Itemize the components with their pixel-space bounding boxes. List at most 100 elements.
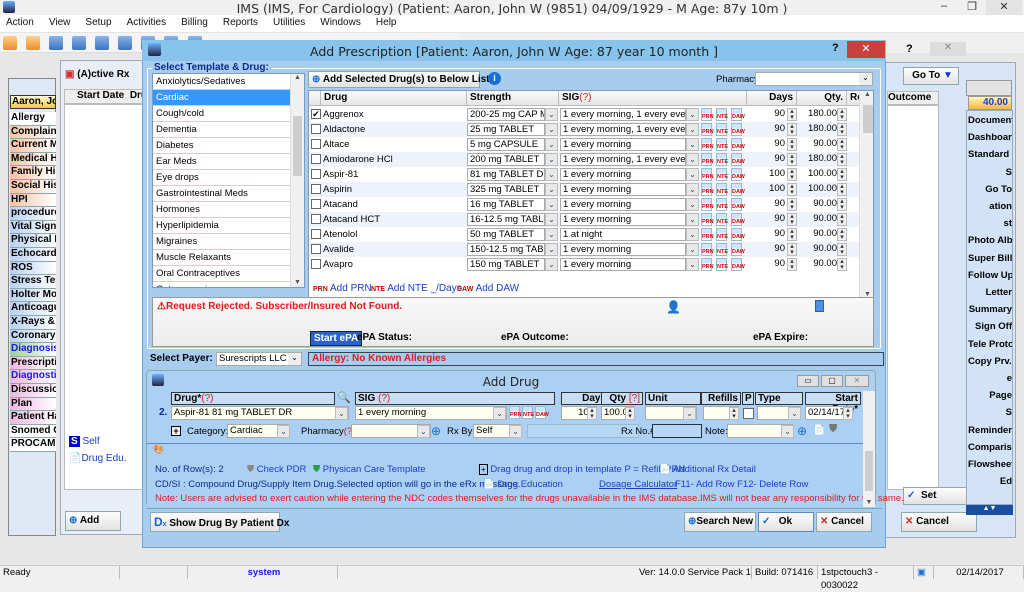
days-input[interactable]: 90 xyxy=(749,258,787,271)
daw-icon[interactable]: DAW xyxy=(731,123,745,136)
template-item[interactable]: Muscle Relaxants xyxy=(153,250,304,266)
qty-spinner[interactable]: ▴ ▾ xyxy=(837,138,847,151)
drug-row[interactable]: Avapro 150 mg TABLET ⌄ 1 every morning ⌄ PRN N… xyxy=(309,257,859,272)
chevron-down-icon[interactable]: ⌄ xyxy=(545,213,558,226)
qty-input[interactable]: 180.00 xyxy=(799,108,839,121)
ok-button[interactable]: ✓ Ok xyxy=(758,512,814,532)
drug-checkbox[interactable] xyxy=(311,244,321,254)
add-drug-scrollbar[interactable]: ▼ xyxy=(863,391,875,507)
prn-icon[interactable]: PRN xyxy=(701,183,714,196)
add-pharmacy-icon[interactable]: ⊕ xyxy=(431,424,441,438)
days-spinner[interactable]: ▴ ▾ xyxy=(787,258,797,271)
color-picker-icon[interactable]: 🎨 xyxy=(153,444,164,455)
template-item[interactable]: Diabetes xyxy=(153,138,304,154)
template-item[interactable]: Hormones xyxy=(153,202,304,218)
left-nav-item[interactable]: Diagnostic xyxy=(10,370,56,384)
days-input[interactable]: 90 xyxy=(749,123,787,136)
template-item[interactable]: Gastrointestinal Meds xyxy=(153,186,304,202)
help-button[interactable]: ? xyxy=(832,42,839,54)
qty-spinner[interactable]: ▴ ▾ xyxy=(837,153,847,166)
network-icon[interactable]: ▣ xyxy=(914,566,934,579)
template-item[interactable]: Oral Contraceptives xyxy=(153,266,304,282)
daw-icon[interactable]: DAW xyxy=(731,168,745,181)
right-menu-item[interactable]: S xyxy=(968,407,1012,418)
days-spinner[interactable]: ▴ ▾ xyxy=(787,243,797,256)
days-input[interactable]: 90 xyxy=(749,243,787,256)
start-epa-button[interactable]: Start ePA xyxy=(310,331,363,346)
care-template-link[interactable]: ⛊ Physican Care Template xyxy=(313,464,426,475)
pharmacy-select[interactable]: ⌄ xyxy=(755,72,873,86)
right-menu-item[interactable]: Summary xyxy=(968,304,1012,315)
right-menu-item[interactable]: e xyxy=(968,373,1012,384)
days-spinner[interactable]: ▴ ▾ xyxy=(787,123,797,136)
chevron-down-icon[interactable]: ⌄ xyxy=(686,168,699,181)
left-nav-item[interactable]: Social History xyxy=(10,180,56,194)
chevron-down-icon[interactable]: ⌄ xyxy=(686,213,699,226)
days-spinner[interactable]: ▴ ▾ xyxy=(787,138,797,151)
drug-row[interactable]: Atacand HCT16-12.5 mg TABLET⌄1 every mor… xyxy=(309,212,859,227)
rx-no-input[interactable] xyxy=(652,424,702,438)
left-nav-item[interactable]: procedure xyxy=(10,207,56,221)
left-nav-item[interactable]: Allergy xyxy=(10,112,56,126)
strength-select[interactable]: 325 mg TABLET xyxy=(467,183,545,196)
column-header-start-date[interactable]: Start Date Drug xyxy=(64,89,144,104)
refill-input[interactable] xyxy=(849,108,859,121)
drug-checkbox[interactable] xyxy=(311,139,321,149)
sig-select[interactable]: 1 every morning xyxy=(560,138,686,151)
right-menu-item[interactable]: Comparison xyxy=(968,442,1012,453)
chevron-down-icon[interactable]: ⌄ xyxy=(686,198,699,211)
drug-education-link[interactable]: 📄 Drug Education xyxy=(483,479,563,490)
close-button[interactable]: ✕ xyxy=(986,0,1022,15)
refills-spinner[interactable]: ▴ ▾ xyxy=(729,407,739,420)
chevron-down-icon[interactable]: ⌄ xyxy=(686,153,699,166)
add-prn-link[interactable]: PRN Add PRN xyxy=(313,283,372,294)
right-menu-item[interactable]: Super Bill xyxy=(968,253,1012,264)
right-menu-item[interactable]: Copy Prv. Visit xyxy=(968,356,1012,367)
qty-spinner[interactable]: ▴ ▾ xyxy=(837,168,847,181)
daw-icon[interactable]: DAW xyxy=(535,406,549,419)
drug-checkbox[interactable]: ✔ xyxy=(311,109,321,119)
qty-spinner[interactable]: ▴ ▾ xyxy=(837,183,847,196)
right-menu-item[interactable]: st xyxy=(968,218,1012,229)
prn-icon[interactable]: PRN xyxy=(701,258,714,271)
chevron-down-icon[interactable]: ⌄ xyxy=(686,108,699,121)
sig-select[interactable]: 1 every morning, 1 every evening xyxy=(560,108,686,121)
chevron-down-icon[interactable]: ⌄ xyxy=(686,183,699,196)
goto-button[interactable]: Go To ▼ xyxy=(903,67,959,85)
scroll-arrows[interactable]: ▲▼ xyxy=(966,505,1013,515)
left-nav-item[interactable]: Anticoagulation xyxy=(10,302,56,316)
refill-input[interactable] xyxy=(849,123,859,136)
days-spinner[interactable]: ▴ ▾ xyxy=(587,407,597,420)
left-nav-item[interactable]: Physical Exam xyxy=(10,234,56,248)
strength-select[interactable]: 200 mg TABLET xyxy=(467,153,545,166)
qty-input[interactable]: 100.00 xyxy=(799,168,839,181)
template-item[interactable]: Hyperlipidemia xyxy=(153,218,304,234)
set-button[interactable]: ✓ Set xyxy=(903,487,975,505)
grid-header-sig[interactable]: SIG(?) xyxy=(559,91,747,106)
nte-icon[interactable]: NTE xyxy=(716,168,728,181)
chevron-down-icon[interactable]: ⌄ xyxy=(545,123,558,136)
days-spinner[interactable]: ▴ ▾ xyxy=(787,168,797,181)
qty-input[interactable]: 90.00 xyxy=(799,213,839,226)
right-menu-item[interactable]: Tele Protocol xyxy=(968,339,1012,350)
qty-input[interactable]: 90.00 xyxy=(799,243,839,256)
refill-input[interactable] xyxy=(849,228,859,241)
drug-row[interactable]: Aspirin 325 mg TABLET ⌄ 1 every morning ⌄ PRN… xyxy=(309,182,859,197)
chevron-down-icon[interactable]: ⌄ xyxy=(686,138,699,151)
left-nav-item[interactable]: Coronary Disease xyxy=(10,329,56,344)
show-drug-by-dx-button[interactable]: Dx Show Drug By Patient Dx xyxy=(150,512,289,532)
tab-active-rx[interactable]: ▣ (A)ctive Rx xyxy=(65,69,129,80)
qty-spinner[interactable]: ▴ ▾ xyxy=(837,228,847,241)
nte-icon[interactable]: NTE xyxy=(716,108,728,121)
days-spinner[interactable]: ▴ ▾ xyxy=(787,183,797,196)
left-nav-item[interactable]: Stress Test xyxy=(10,275,56,289)
add-selected-drugs-button[interactable]: ⊕ Add Selected Drug(s) to Below List xyxy=(308,71,490,88)
left-nav-item[interactable]: X-Rays & Labs xyxy=(10,316,56,330)
drug-checkbox[interactable] xyxy=(311,184,321,194)
qty-spinner[interactable]: ▴ ▾ xyxy=(837,198,847,211)
prn-icon[interactable]: PRN xyxy=(701,228,714,241)
chevron-down-icon[interactable]: ⌄ xyxy=(335,407,348,420)
chevron-down-icon[interactable]: ⌄ xyxy=(493,407,506,420)
drug-search-icon[interactable]: 🔍 xyxy=(337,391,351,404)
right-menu-item[interactable]: Go To xyxy=(968,184,1012,195)
